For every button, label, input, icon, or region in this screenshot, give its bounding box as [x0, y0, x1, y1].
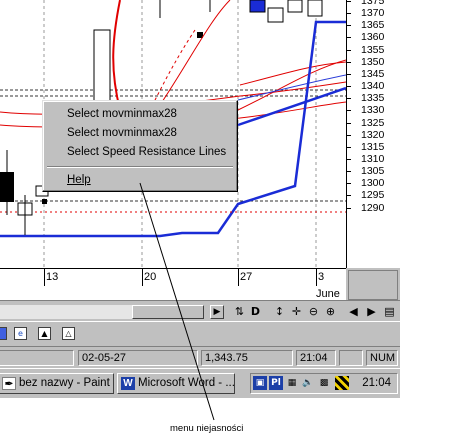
status-num: NUM [366, 350, 398, 366]
status-price: 1,343.75 [201, 350, 293, 366]
annotation-label: menu niejasności [170, 423, 244, 434]
window-icon[interactable]: ▤ [382, 305, 397, 319]
price-axis-tick: 1360 [346, 31, 385, 44]
candle-body [287, 0, 303, 13]
ma-red-line [159, 0, 231, 106]
status-field [339, 350, 363, 366]
word-icon: W [121, 377, 135, 390]
taskbar-button-word[interactable]: W Microsoft Word - ... [117, 373, 235, 394]
price-axis-tick: 1370 [346, 7, 385, 20]
marker [42, 199, 47, 204]
date-tick [238, 269, 239, 286]
price-axis-tick: 1295 [346, 189, 385, 202]
price-axis-tick: 1335 [346, 92, 385, 105]
price-axis-tick: 1325 [346, 116, 385, 129]
price-line [237, 86, 346, 127]
chart-tool-icon[interactable]: △ [62, 327, 75, 340]
axis-corner [346, 268, 400, 300]
zoom-in-icon[interactable]: ⊕ [323, 305, 338, 319]
toolbar-icon[interactable] [0, 327, 7, 340]
system-tray: ▣ Pl ▦ 🔈 ▩ 21:04 [250, 373, 398, 394]
ma-red-line [237, 59, 346, 111]
scroll-toolbar: ▶ ⇅ D ↕ ✛ ⊖ ⊕ ◀ ▶ ▤ [0, 300, 400, 321]
price-axis-tick: 1310 [346, 152, 385, 165]
ma-red-line [112, 0, 121, 111]
scroll-left-icon[interactable]: ◀ [346, 305, 361, 319]
tray-pl-icon[interactable]: Pl [269, 376, 283, 390]
date-label-20: 20 [144, 271, 157, 283]
price-axis-tick: 1320 [346, 128, 385, 141]
price-axis-tick: 1345 [346, 67, 385, 80]
date-label-3: 3 [318, 271, 325, 283]
scrollbar-thumb[interactable] [132, 305, 204, 319]
scroll-right-arrow-icon[interactable]: ▶ [210, 305, 224, 319]
daily-button[interactable]: D [248, 305, 263, 319]
taskbar-button-label: bez nazwy - Paint [19, 377, 110, 389]
menu-item-select-speed-resistance-lines[interactable]: Select Speed Resistance Lines [47, 143, 233, 161]
taskbar-button-label: Microsoft Word - ... [138, 377, 235, 389]
move-icon[interactable]: ✛ [289, 305, 304, 319]
price-axis-tick: 1300 [346, 177, 385, 190]
price-axis-tick: 1305 [346, 165, 385, 178]
price-axis-tick: 1340 [346, 80, 385, 93]
menu-item-select-movminmax28-b[interactable]: Select movminmax28 [47, 124, 233, 142]
paint-icon: ✒ [2, 377, 16, 390]
tray-network-icon[interactable]: ▦ [285, 376, 299, 390]
candle-body [267, 7, 284, 23]
update-icon[interactable]: ⇅ [232, 305, 247, 319]
status-field [0, 350, 74, 366]
price-axis-tick: 1350 [346, 55, 385, 68]
taskbar-clock: 21:04 [362, 377, 391, 389]
price-axis-tick: 1365 [346, 19, 385, 32]
status-time: 21:04 [296, 350, 336, 366]
date-label-13: 13 [46, 271, 59, 283]
icon-toolbar: e ▲ △ [0, 321, 400, 346]
month-label: June [316, 288, 340, 300]
date-tick [316, 269, 317, 286]
menu-separator [47, 166, 233, 168]
price-axis-tick: 1290 [346, 201, 385, 214]
price-axis-tick: 1315 [346, 140, 385, 153]
taskbar-button-paint[interactable]: ✒ bez nazwy - Paint [0, 373, 114, 394]
date-tick [142, 269, 143, 286]
scroll-right-icon[interactable]: ▶ [364, 305, 379, 319]
candle-body [249, 0, 266, 13]
tray-monitor-icon[interactable]: ▩ [317, 376, 331, 390]
menu-item-help[interactable]: Help [47, 171, 233, 189]
tray-app-icon[interactable]: ▣ [253, 376, 267, 390]
volume-icon[interactable]: 🔈 [301, 376, 315, 390]
taskbar: ✒ bez nazwy - Paint W Microsoft Word - .… [0, 368, 400, 398]
price-axis-tick: 1330 [346, 104, 385, 117]
browser-icon[interactable]: e [14, 327, 27, 340]
price-axis-tick: 1355 [346, 43, 385, 56]
price-axis-tick: 1375 [346, 0, 384, 7]
screenshot-region: Select movminmax28 Select movminmax28 Se… [0, 0, 400, 398]
context-menu[interactable]: Select movminmax28 Select movminmax28 Se… [42, 100, 238, 192]
date-axis: 13 20 27 3 June [0, 268, 346, 301]
zoom-out-icon[interactable]: ⊖ [306, 305, 321, 319]
status-bar: 02-05-27 1,343.75 21:04 NUM [0, 346, 400, 369]
candle-body [93, 29, 111, 111]
price-axis: 1375 1370 1365 1360 1355 1350 1345 1340 1335 1330… [346, 0, 400, 268]
date-tick [44, 269, 45, 286]
menu-item-select-movminmax28-a[interactable]: Select movminmax28 [47, 105, 233, 123]
status-date: 02-05-27 [78, 350, 198, 366]
chart-tool-icon[interactable]: ▲ [38, 327, 51, 340]
price-chart[interactable]: Select movminmax28 Select movminmax28 Se… [0, 0, 346, 268]
candle-body [307, 0, 323, 17]
date-label-27: 27 [240, 271, 253, 283]
move-vertical-icon[interactable]: ↕ [272, 305, 287, 319]
tray-warning-icon[interactable] [335, 376, 349, 390]
